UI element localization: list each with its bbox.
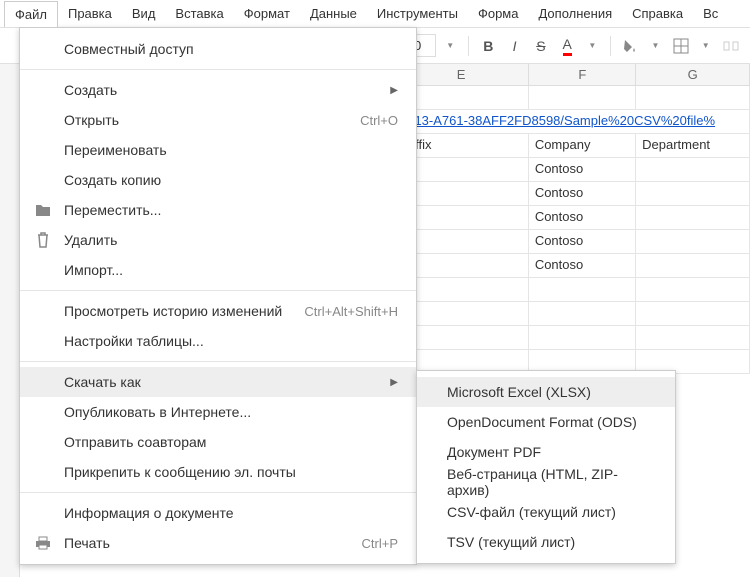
merge-button[interactable] <box>720 34 742 58</box>
menu-tools[interactable]: Инструменты <box>367 1 468 26</box>
folder-icon <box>34 201 52 219</box>
menu-item-publish[interactable]: Опубликовать в Интернете... <box>20 397 416 427</box>
menu-file[interactable]: Файл <box>4 1 58 27</box>
menu-view[interactable]: Вид <box>122 1 166 26</box>
menu-item-settings[interactable]: Настройки таблицы... <box>20 326 416 356</box>
menu-item-import[interactable]: Импорт... <box>20 255 416 285</box>
header-company[interactable]: Company <box>529 134 636 158</box>
menu-help[interactable]: Справка <box>622 1 693 26</box>
menu-edit[interactable]: Правка <box>58 1 122 26</box>
menu-overflow[interactable]: Вс <box>693 1 728 26</box>
col-header-g[interactable]: G <box>636 64 750 86</box>
menu-item-open[interactable]: ОткрытьCtrl+O <box>20 105 416 135</box>
bold-button[interactable]: B <box>477 34 499 58</box>
menu-item-email-collab[interactable]: Отправить соавторам <box>20 427 416 457</box>
submenu-item-xlsx[interactable]: Microsoft Excel (XLSX) <box>417 377 675 407</box>
chevron-down-icon[interactable]: ▼ <box>440 41 460 50</box>
menu-item-delete[interactable]: Удалить <box>20 225 416 255</box>
menu-item-rename[interactable]: Переименовать <box>20 135 416 165</box>
col-header-f[interactable]: F <box>529 64 636 86</box>
file-menu-dropdown: Совместный доступ Создать▶ ОткрытьCtrl+O… <box>19 27 417 565</box>
chevron-down-icon[interactable]: ▼ <box>646 41 666 50</box>
menu-addons[interactable]: Дополнения <box>528 1 622 26</box>
chevron-down-icon[interactable]: ▼ <box>582 41 602 50</box>
trash-icon <box>34 231 52 249</box>
chevron-right-icon: ▶ <box>390 85 398 96</box>
menu-item-copy[interactable]: Создать копию <box>20 165 416 195</box>
submenu-item-tsv[interactable]: TSV (текущий лист) <box>417 527 675 557</box>
link-cell[interactable]: 1913-A761-38AFF2FD8598/Sample%20CSV%20fi… <box>394 110 750 134</box>
print-icon <box>34 534 52 552</box>
submenu-item-csv[interactable]: CSV-файл (текущий лист) <box>417 497 675 527</box>
menu-item-attach[interactable]: Прикрепить к сообщению эл. почты <box>20 457 416 487</box>
menu-item-move[interactable]: Переместить... <box>20 195 416 225</box>
menu-insert[interactable]: Вставка <box>165 1 233 26</box>
menu-item-info[interactable]: Информация о документе <box>20 498 416 528</box>
header-department[interactable]: Department <box>636 134 750 158</box>
submenu-item-ods[interactable]: OpenDocument Format (ODS) <box>417 407 675 437</box>
row-header-gutter <box>0 64 20 577</box>
submenu-item-pdf[interactable]: Документ PDF <box>417 437 675 467</box>
chevron-down-icon[interactable]: ▼ <box>696 41 716 50</box>
menubar: Файл Правка Вид Вставка Формат Данные Ин… <box>0 0 750 28</box>
submenu-item-html[interactable]: Веб-страница (HTML, ZIP-архив) <box>417 467 675 497</box>
menu-item-print[interactable]: ПечатьCtrl+P <box>20 528 416 558</box>
italic-button[interactable]: I <box>503 34 525 58</box>
menu-format[interactable]: Формат <box>234 1 300 26</box>
borders-button[interactable] <box>669 34 691 58</box>
text-color-button[interactable]: A <box>556 34 578 58</box>
menu-item-history[interactable]: Просмотреть историю измененийCtrl+Alt+Sh… <box>20 296 416 326</box>
chevron-right-icon: ▶ <box>390 377 398 388</box>
menu-item-download[interactable]: Скачать как▶ <box>20 367 416 397</box>
strikethrough-button[interactable]: S <box>530 34 552 58</box>
menu-data[interactable]: Данные <box>300 1 367 26</box>
download-submenu: Microsoft Excel (XLSX) OpenDocument Form… <box>416 370 676 564</box>
fill-color-button[interactable] <box>619 34 641 58</box>
menu-form[interactable]: Форма <box>468 1 529 26</box>
menu-item-share[interactable]: Совместный доступ <box>20 34 416 64</box>
menu-item-create[interactable]: Создать▶ <box>20 75 416 105</box>
